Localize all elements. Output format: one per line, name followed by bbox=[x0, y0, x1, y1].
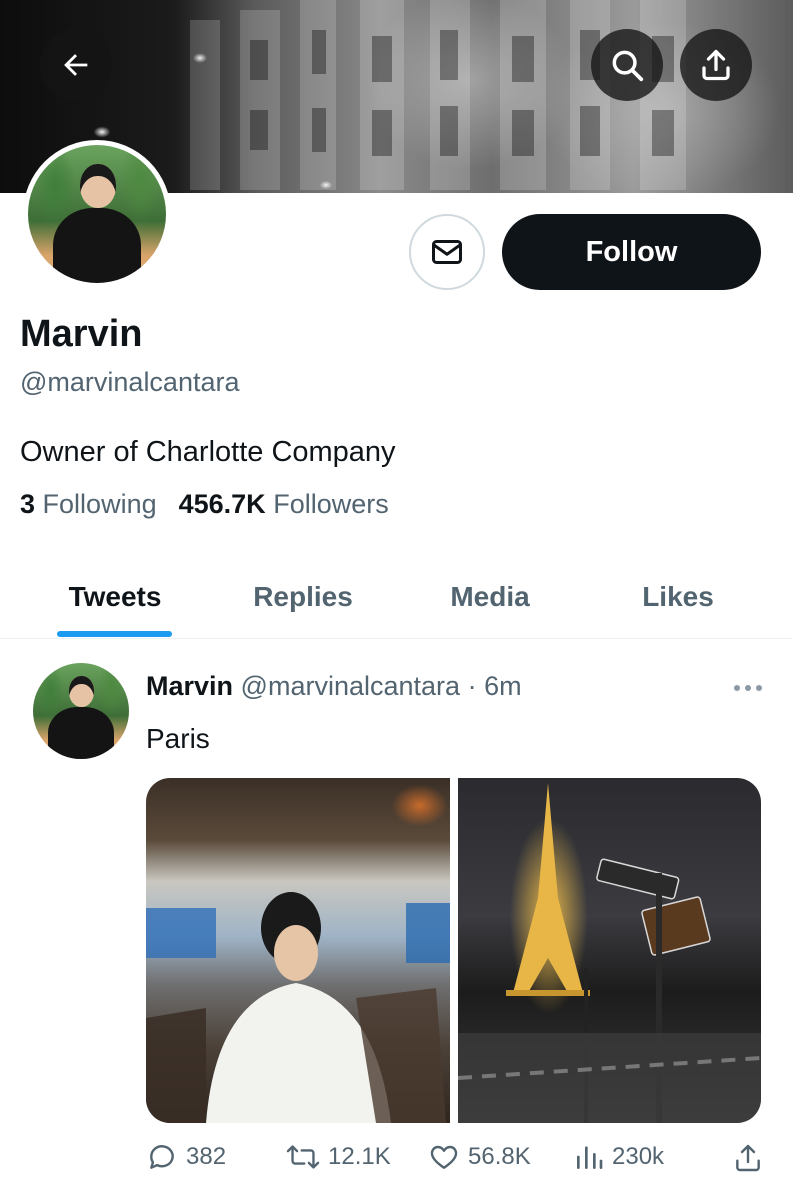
eiffel-photo-illustration bbox=[457, 783, 761, 1123]
profile-stats: 3 Following 456.7K Followers bbox=[20, 489, 389, 520]
profile-name: Marvin bbox=[20, 313, 143, 355]
heart-icon bbox=[430, 1145, 458, 1169]
tab-tweets[interactable]: Tweets bbox=[20, 556, 210, 638]
tab-replies[interactable]: Replies bbox=[208, 556, 398, 638]
following-label: Following bbox=[42, 489, 157, 519]
tweet-photo-cafe[interactable] bbox=[146, 778, 450, 1123]
like-action[interactable]: 56.8K bbox=[428, 1141, 531, 1173]
reply-count: 382 bbox=[186, 1143, 227, 1170]
retweet-action[interactable]: 12.1K bbox=[286, 1141, 391, 1173]
tweet-author-avatar[interactable] bbox=[33, 663, 129, 759]
tweet-actions: 382 12.1K 56.8K 230k bbox=[146, 1141, 766, 1185]
views-bar-chart-icon bbox=[577, 1146, 603, 1169]
mail-icon bbox=[432, 240, 462, 264]
avatar-figure-body bbox=[52, 208, 142, 283]
avatar-figure-head bbox=[69, 676, 95, 708]
profile-avatar[interactable] bbox=[23, 140, 171, 288]
tab-media[interactable]: Media bbox=[395, 556, 585, 638]
following-count: 3 bbox=[20, 489, 36, 519]
avatar-photo bbox=[28, 145, 166, 283]
retweet-icon bbox=[286, 1145, 320, 1169]
tweet-author-name[interactable]: Marvin bbox=[146, 671, 233, 701]
search-button[interactable] bbox=[591, 29, 663, 101]
retweet-count: 12.1K bbox=[328, 1143, 391, 1170]
share-button[interactable] bbox=[680, 29, 752, 101]
back-button[interactable] bbox=[40, 29, 112, 101]
reply-action[interactable]: 382 bbox=[146, 1141, 226, 1173]
profile-handle: @marvinalcantara bbox=[20, 367, 240, 397]
followers-label: Followers bbox=[273, 489, 389, 519]
share-icon bbox=[736, 1144, 760, 1172]
tweet-author-handle[interactable]: @marvinalcantara bbox=[241, 671, 461, 701]
share-tweet-action[interactable] bbox=[732, 1141, 764, 1175]
tweet-timestamp[interactable]: 6m bbox=[484, 671, 522, 701]
share-icon bbox=[702, 49, 730, 81]
cafe-photo-illustration bbox=[146, 892, 450, 1123]
avatar-figure-body bbox=[48, 707, 114, 759]
like-count: 56.8K bbox=[468, 1143, 531, 1170]
followers-link[interactable]: 456.7K Followers bbox=[179, 489, 389, 520]
tweet-separator: · bbox=[467, 671, 477, 701]
views-count: 230k bbox=[612, 1143, 665, 1170]
profile-bio: Owner of Charlotte Company bbox=[20, 436, 396, 468]
tweet-header: Marvin @marvinalcantara · 6m bbox=[146, 671, 522, 702]
tweet-text: Paris bbox=[146, 723, 210, 754]
followers-count: 456.7K bbox=[178, 489, 266, 519]
arrow-left-icon bbox=[64, 54, 88, 76]
avatar-figure-head bbox=[80, 164, 117, 209]
follow-button[interactable]: Follow bbox=[502, 214, 761, 290]
search-icon bbox=[612, 50, 644, 82]
active-tab-indicator bbox=[57, 631, 172, 637]
message-button[interactable] bbox=[409, 214, 485, 290]
more-options-icon[interactable] bbox=[732, 680, 764, 696]
tab-likes[interactable]: Likes bbox=[583, 556, 773, 638]
views-action[interactable]: 230k bbox=[574, 1141, 664, 1173]
following-link[interactable]: 3 Following bbox=[20, 489, 157, 520]
profile-tabs: Tweets Replies Media Likes bbox=[0, 556, 793, 639]
reply-icon bbox=[150, 1145, 174, 1169]
tweet-media bbox=[146, 778, 761, 1123]
tweet-photo-eiffel-tower[interactable] bbox=[457, 778, 761, 1123]
